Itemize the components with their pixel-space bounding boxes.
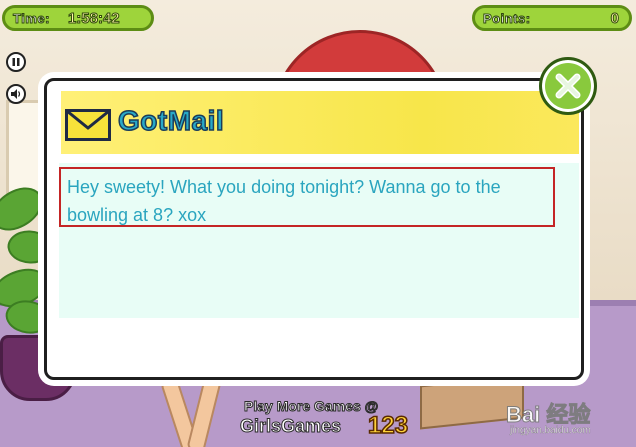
time-display: Time: 1:58:42 [2, 5, 154, 31]
sound-button[interactable] [6, 84, 26, 104]
points-value: 0 [610, 9, 619, 27]
brand-logo-name: GirlsGames [239, 416, 342, 437]
points-label: Points: [483, 10, 531, 26]
dialog-title: GotMail [117, 104, 225, 137]
dialog-header: GotMail [61, 91, 579, 154]
pause-icon [12, 58, 20, 66]
envelope-icon [65, 109, 111, 141]
brand-logo-number: 123 [367, 411, 409, 440]
close-button[interactable] [539, 57, 597, 115]
baidu-watermark: Bai 经验 jingyan.baidu.com [505, 397, 630, 441]
time-label: Time: [13, 10, 50, 26]
close-icon [555, 73, 581, 99]
character-legs [160, 376, 225, 447]
pause-button[interactable] [6, 52, 26, 72]
watermark-sub: jingyan.baidu.com [510, 425, 591, 436]
points-display: Points: 0 [472, 5, 632, 31]
more-games-link[interactable]: Play More Games @ GirlsGames 123 [236, 398, 446, 446]
time-value: 1:58:42 [67, 9, 120, 27]
mail-dialog: GotMail Hey sweety! What you doing tonig… [44, 78, 584, 380]
play-more-text: Play More Games @ [243, 398, 379, 415]
speaker-icon [11, 89, 21, 99]
message-text: Hey sweety! What you doing tonight? Wann… [59, 167, 555, 227]
message-area: Hey sweety! What you doing tonight? Wann… [59, 163, 579, 318]
